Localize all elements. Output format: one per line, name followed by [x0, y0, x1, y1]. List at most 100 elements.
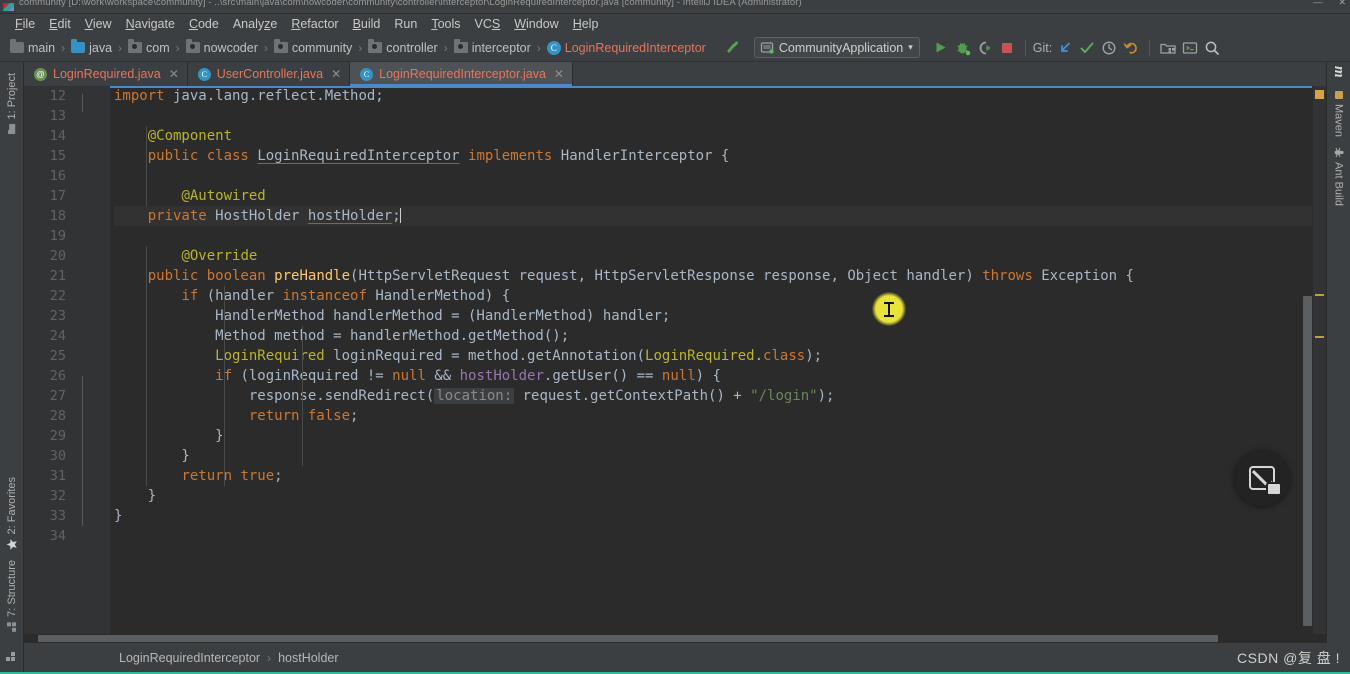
folder-icon: [10, 39, 24, 53]
breadcrumb-item-nowcoder[interactable]: nowcoder: [184, 39, 260, 55]
breadcrumb-class[interactable]: LoginRequiredInterceptor: [119, 651, 260, 665]
rollback-undo-icon[interactable]: [1120, 37, 1142, 59]
warning-marker[interactable]: [1315, 336, 1324, 338]
left-tool-window-stripe: 1: Project 2: Favorites 7: Structure: [0, 62, 24, 643]
line-number: 15: [49, 148, 66, 164]
restore-window-button[interactable]: [1234, 450, 1290, 506]
editor-vertical-scrollbar[interactable]: [1303, 296, 1312, 626]
warning-marker[interactable]: [1315, 294, 1324, 296]
menu-item-window[interactable]: Window: [507, 16, 565, 32]
menu-item-analyze[interactable]: Analyze: [226, 16, 284, 32]
editor-horizontal-scrollbar[interactable]: [24, 634, 1326, 643]
sidebar-item-structure[interactable]: 7: Structure: [6, 555, 18, 637]
run-triangle-icon[interactable]: [930, 37, 952, 59]
breadcrumb-separator: ›: [358, 40, 363, 55]
close-icon[interactable]: ✕: [554, 67, 564, 81]
search-icon[interactable]: [1201, 37, 1223, 59]
menu-item-refactor[interactable]: Refactor: [284, 16, 345, 32]
breadcrumb-item-controller[interactable]: controller: [366, 39, 439, 55]
menu-bar: File Edit View Navigate Code Analyze Ref…: [0, 14, 1350, 34]
breadcrumb-separator: ›: [536, 40, 541, 55]
code-line: @Autowired: [181, 188, 266, 204]
favorites-star-icon: [6, 538, 18, 550]
menu-item-build[interactable]: Build: [346, 16, 388, 32]
menu-item-file[interactable]: File: [8, 16, 42, 32]
code-line: Method method = handlerMethod.getMethod(…: [114, 328, 570, 344]
menu-item-edit[interactable]: Edit: [42, 16, 78, 32]
update-project-arrow-icon[interactable]: [1054, 37, 1076, 59]
sidebar-item-project[interactable]: 1: Project: [6, 68, 18, 139]
breadcrumb-item-class[interactable]: C LoginRequiredInterceptor: [545, 40, 708, 55]
editor-tab-label: LoginRequired.java: [53, 67, 161, 81]
breadcrumb-separator: ›: [443, 40, 448, 55]
breadcrumb-item-interceptor[interactable]: interceptor: [452, 39, 533, 55]
terminal-icon[interactable]: [1179, 37, 1201, 59]
maven-logo-icon: m: [1331, 66, 1347, 78]
menu-item-tools[interactable]: Tools: [424, 16, 467, 32]
inspection-status-icon[interactable]: [1315, 90, 1324, 99]
line-number: 22: [49, 288, 66, 304]
editor-marker-column[interactable]: [1312, 86, 1326, 634]
minimize-button[interactable]: —: [1313, 0, 1322, 8]
build-hammer-icon[interactable]: [722, 37, 744, 59]
window-title-bar: community [D:\work\workspace\community] …: [0, 0, 1350, 14]
editor-tab-login-required-interceptor[interactable]: C LoginRequiredInterceptor.java ✕: [350, 62, 573, 86]
main-area: 1: Project 2: Favorites 7: Structure @ L…: [0, 62, 1350, 643]
coverage-icon[interactable]: [974, 37, 996, 59]
line-number: 12: [49, 88, 66, 104]
line-number: 21: [49, 268, 66, 284]
window-controls[interactable]: — ✕: [1313, 0, 1346, 8]
project-structure-icon[interactable]: [1157, 37, 1179, 59]
code-line: public class LoginRequiredInterceptor im…: [147, 148, 730, 164]
code-line: }: [114, 428, 224, 444]
sidebar-item-favorites[interactable]: 2: Favorites: [6, 472, 18, 555]
editor-tab-login-required[interactable]: @ LoginRequired.java ✕: [24, 62, 188, 86]
parameter-hint: location:: [434, 388, 515, 404]
line-number: 31: [49, 468, 66, 484]
line-number: 19: [49, 228, 66, 244]
commit-check-icon[interactable]: [1076, 37, 1098, 59]
breadcrumb-item-java[interactable]: java: [69, 39, 114, 55]
breadcrumb-item-main[interactable]: main: [8, 39, 57, 55]
line-number: 34: [49, 528, 66, 544]
close-button[interactable]: ✕: [1338, 0, 1346, 8]
menu-item-navigate[interactable]: Navigate: [119, 16, 182, 32]
code-editor[interactable]: import java.lang.reflect.Method; @Compon…: [110, 86, 1312, 634]
sidebar-item-label: 2: Favorites: [5, 476, 18, 535]
code-line: }: [114, 508, 123, 524]
restore-down-icon: [1249, 466, 1282, 496]
line-number: 23: [49, 308, 66, 324]
editor-gutter[interactable]: 12 13 14 15 16 17 18 19 20 21 22 23 24 2…: [24, 86, 110, 634]
maven-m-icon: [1334, 90, 1344, 100]
line-number: 29: [49, 428, 66, 444]
code-line: response.sendRedirect(location: request.…: [114, 388, 835, 404]
sidebar-item-ant-build[interactable]: Ant Build: [1333, 142, 1345, 211]
sidebar-item-label: 1: Project: [5, 73, 18, 120]
stop-square-icon[interactable]: [996, 37, 1018, 59]
line-number: 26: [49, 368, 66, 384]
close-icon[interactable]: ✕: [169, 67, 179, 81]
package-icon: [368, 39, 383, 53]
menu-item-run[interactable]: Run: [387, 16, 424, 32]
debug-bug-icon[interactable]: [952, 37, 974, 59]
breadcrumb-separator: ›: [267, 650, 272, 665]
show-tool-windows-icon[interactable]: [0, 643, 24, 672]
sidebar-item-maven[interactable]: Maven: [1333, 85, 1345, 142]
menu-item-code[interactable]: Code: [182, 16, 226, 32]
editor-tab-user-controller[interactable]: C UserController.java ✕: [188, 62, 351, 86]
menu-item-vcs[interactable]: VCS: [468, 16, 508, 32]
breadcrumb-field[interactable]: hostHolder: [278, 651, 338, 665]
breadcrumb-item-com[interactable]: com: [126, 39, 172, 55]
history-clock-icon[interactable]: [1098, 37, 1120, 59]
breadcrumb-separator: ›: [263, 40, 268, 55]
chevron-down-icon[interactable]: ▾: [908, 42, 913, 53]
breadcrumb-item-community[interactable]: community: [272, 39, 354, 55]
menu-item-view[interactable]: View: [78, 16, 119, 32]
code-line: if (handler instanceof HandlerMethod) {: [181, 288, 511, 304]
line-number: 18: [49, 208, 66, 224]
code-line: LoginRequired loginRequired = method.get…: [215, 348, 823, 364]
close-icon[interactable]: ✕: [331, 67, 341, 81]
menu-item-help[interactable]: Help: [566, 16, 606, 32]
run-configuration-selector[interactable]: CommunityApplication ▾: [753, 37, 920, 58]
breadcrumb: LoginRequiredInterceptor › hostHolder: [24, 651, 339, 665]
